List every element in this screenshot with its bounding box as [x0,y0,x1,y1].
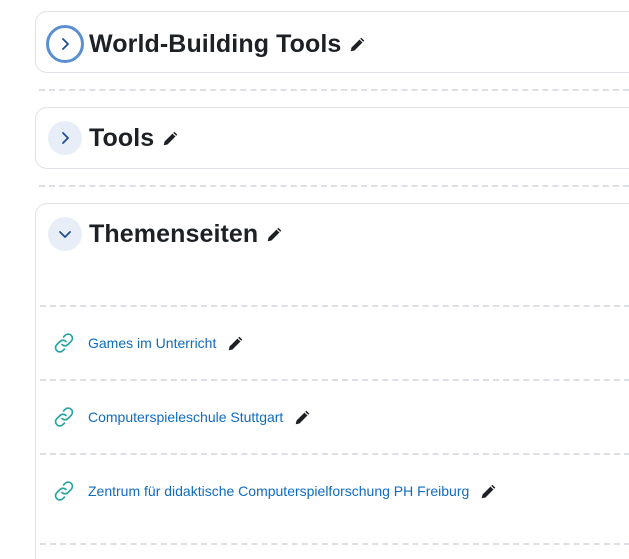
link-icon [52,331,76,355]
section-title[interactable]: Themenseiten [89,220,258,249]
section-world-building-tools: World-Building Tools [35,11,629,73]
activity-separator [40,453,629,455]
pencil-icon[interactable] [162,130,179,147]
link-icon [52,405,76,429]
section-title[interactable]: World-Building Tools [89,30,341,59]
section-header: Themenseiten [48,217,283,251]
link-icon [52,479,76,503]
section-title[interactable]: Tools [89,124,154,153]
section-divider [39,89,629,91]
pencil-icon[interactable] [480,483,497,500]
chevron-right-icon [58,37,72,51]
activity-item: Games im Unterricht [52,331,244,355]
activity-separator [40,379,629,381]
activity-link[interactable]: Games im Unterricht [88,335,216,351]
activity-separator [40,543,629,545]
section-divider [39,185,629,187]
activity-separator [40,305,629,307]
activity-item: Zentrum für didaktische Computerspielfor… [52,479,497,503]
chevron-right-icon [58,131,72,145]
pencil-icon[interactable] [227,335,244,352]
pencil-icon[interactable] [349,36,366,53]
activity-link[interactable]: Zentrum für didaktische Computerspielfor… [88,483,469,499]
course-content: World-Building Tools Tools Themenseiten … [0,0,629,559]
section-tools: Tools [35,107,629,169]
pencil-icon[interactable] [294,409,311,426]
section-header: World-Building Tools [46,25,366,63]
section-toggle-button[interactable] [46,25,84,63]
section-header: Tools [48,121,179,155]
section-themenseiten: Themenseiten [35,203,629,559]
pencil-icon[interactable] [266,226,283,243]
activity-link[interactable]: Computerspieleschule Stuttgart [88,409,283,425]
chevron-down-icon [58,227,72,241]
section-toggle-button[interactable] [48,217,82,251]
section-toggle-button[interactable] [48,121,82,155]
activity-item: Computerspieleschule Stuttgart [52,405,311,429]
